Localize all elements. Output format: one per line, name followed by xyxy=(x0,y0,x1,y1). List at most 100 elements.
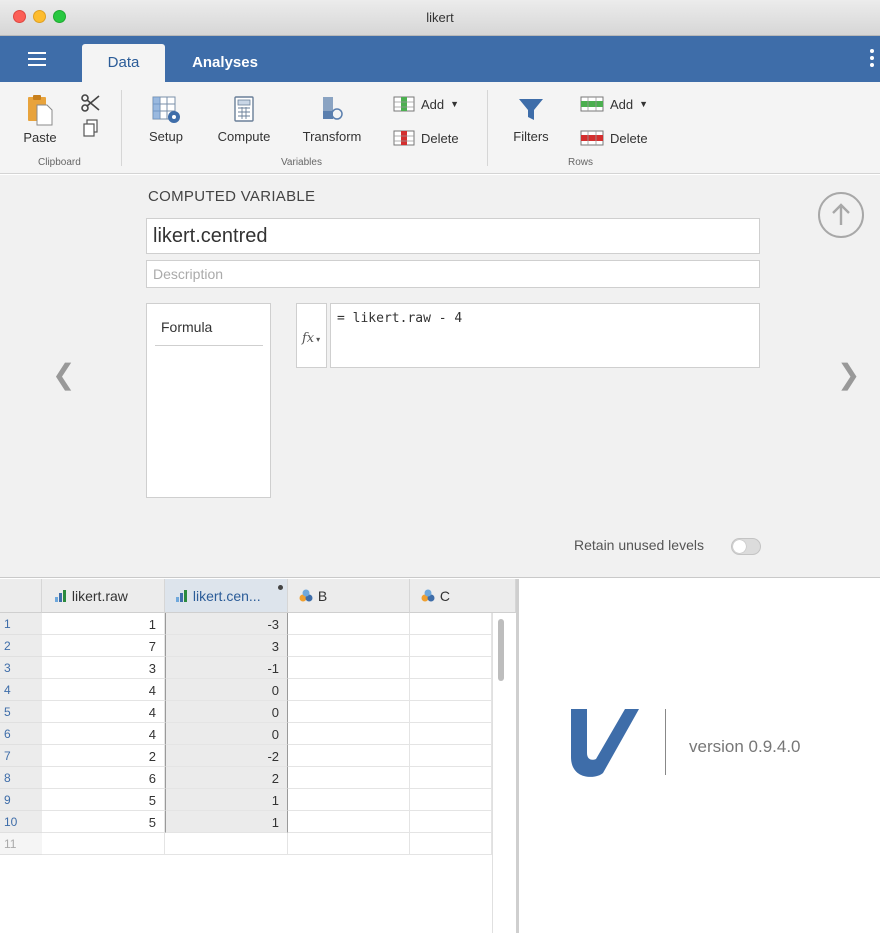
chevron-down-icon: ▼ xyxy=(450,99,460,109)
setup-button[interactable]: Setup xyxy=(143,94,189,144)
cell-c[interactable] xyxy=(410,767,492,789)
formula-input[interactable]: = likert.raw - 4 xyxy=(330,303,760,368)
row-number[interactable]: 7 xyxy=(0,745,42,767)
column-header-likert-raw[interactable]: likert.raw xyxy=(42,579,165,613)
filters-button[interactable]: Filters xyxy=(508,94,554,144)
cell-likert-centred[interactable]: -2 xyxy=(165,745,288,767)
description-input[interactable]: Description xyxy=(146,260,760,288)
cell-likert-centred[interactable]: 2 xyxy=(165,767,288,789)
window-title-bar: likert xyxy=(0,0,880,36)
formula-tab[interactable]: Formula xyxy=(155,319,263,346)
cell-b[interactable] xyxy=(288,767,410,789)
arrow-up-icon[interactable] xyxy=(818,192,864,238)
cell-likert-centred[interactable]: -3 xyxy=(165,613,288,635)
calculator-icon xyxy=(234,96,254,122)
cell-c[interactable] xyxy=(410,701,492,723)
cell-c[interactable] xyxy=(410,679,492,701)
paste-icon xyxy=(28,95,53,126)
cell-b[interactable] xyxy=(288,701,410,723)
variable-name-input[interactable]: likert.centred xyxy=(146,218,760,254)
paste-button[interactable]: Paste xyxy=(20,94,60,145)
row-number[interactable]: 6 xyxy=(0,723,42,745)
cell-b[interactable] xyxy=(288,679,410,701)
cell-c[interactable] xyxy=(410,811,492,833)
column-header-label: B xyxy=(317,588,328,604)
row-number[interactable]: 10 xyxy=(0,811,42,833)
menu-icon[interactable] xyxy=(28,52,46,66)
add-column-icon xyxy=(393,96,415,112)
cell-likert-centred[interactable]: 0 xyxy=(165,679,288,701)
transform-button[interactable]: Transform xyxy=(296,94,368,144)
row-number[interactable]: 4 xyxy=(0,679,42,701)
row-number[interactable]: 5 xyxy=(0,701,42,723)
retain-unused-levels-toggle[interactable] xyxy=(731,538,761,555)
delete-row-button[interactable]: Delete xyxy=(580,130,648,146)
cell-b[interactable] xyxy=(288,833,410,855)
cell-b[interactable] xyxy=(288,657,410,679)
chevron-left-icon[interactable]: ❮ xyxy=(52,358,75,391)
compute-button[interactable]: Compute xyxy=(212,94,276,144)
scrollbar-thumb[interactable] xyxy=(498,619,504,681)
vertical-scrollbar[interactable] xyxy=(492,613,516,933)
data-spreadsheet: likert.raw likert.cen... B C 1 1 -3 2 7 3 3 3 -1… xyxy=(0,579,516,933)
cell-c[interactable] xyxy=(410,833,492,855)
cell-c[interactable] xyxy=(410,657,492,679)
cut-icon[interactable] xyxy=(80,92,102,119)
cell-likert-raw[interactable]: 2 xyxy=(42,745,165,767)
cell-b[interactable] xyxy=(288,745,410,767)
cell-likert-centred[interactable] xyxy=(165,833,288,855)
row-number[interactable]: 1 xyxy=(0,613,42,635)
cell-c[interactable] xyxy=(410,723,492,745)
row-number[interactable]: 11 xyxy=(0,833,42,855)
cell-likert-raw[interactable] xyxy=(42,833,165,855)
tab-data[interactable]: Data xyxy=(82,44,165,82)
cell-c[interactable] xyxy=(410,745,492,767)
delete-variable-button[interactable]: Delete xyxy=(393,130,459,146)
column-header-b[interactable]: B xyxy=(288,579,410,613)
cell-likert-centred[interactable]: 1 xyxy=(165,811,288,833)
copy-icon[interactable] xyxy=(83,119,99,142)
cell-likert-raw[interactable]: 1 xyxy=(42,613,165,635)
more-options-icon[interactable] xyxy=(870,49,874,67)
cell-likert-centred[interactable]: 0 xyxy=(165,723,288,745)
cell-b[interactable] xyxy=(288,723,410,745)
cell-b[interactable] xyxy=(288,613,410,635)
row-number[interactable]: 9 xyxy=(0,789,42,811)
cell-likert-raw[interactable]: 5 xyxy=(42,811,165,833)
cell-likert-raw[interactable]: 6 xyxy=(42,767,165,789)
cell-likert-raw[interactable]: 4 xyxy=(42,723,165,745)
continuous-variable-icon xyxy=(54,589,68,605)
filters-label: Filters xyxy=(513,129,549,144)
cell-b[interactable] xyxy=(288,811,410,833)
results-panel: version 0.9.4.0 xyxy=(516,579,880,933)
rows-group-label: Rows xyxy=(568,157,594,168)
add-variable-button[interactable]: Add ▼ xyxy=(393,96,459,112)
cell-likert-centred[interactable]: 0 xyxy=(165,701,288,723)
row-number[interactable]: 8 xyxy=(0,767,42,789)
cell-likert-raw[interactable]: 4 xyxy=(42,679,165,701)
row-number[interactable]: 3 xyxy=(0,657,42,679)
chevron-right-icon[interactable]: ❯ xyxy=(837,358,860,391)
cell-likert-raw[interactable]: 5 xyxy=(42,789,165,811)
column-header-c[interactable]: C xyxy=(410,579,516,613)
cell-likert-centred[interactable]: 1 xyxy=(165,789,288,811)
column-header-likert-centred[interactable]: likert.cen... xyxy=(165,579,288,613)
function-icon[interactable]: fx ▾ xyxy=(296,303,327,368)
cell-likert-raw[interactable]: 3 xyxy=(42,657,165,679)
delete-row-icon xyxy=(580,130,604,146)
cell-likert-raw[interactable]: 7 xyxy=(42,635,165,657)
cell-likert-raw[interactable]: 4 xyxy=(42,701,165,723)
cell-b[interactable] xyxy=(288,635,410,657)
add-row-button[interactable]: Add ▼ xyxy=(580,96,648,112)
add-variable-label: Add xyxy=(421,96,445,112)
row-number[interactable]: 2 xyxy=(0,635,42,657)
version-text: version 0.9.4.0 xyxy=(689,737,801,756)
tab-analyses[interactable]: Analyses xyxy=(175,44,275,82)
cell-likert-centred[interactable]: -1 xyxy=(165,657,288,679)
cell-b[interactable] xyxy=(288,789,410,811)
cell-c[interactable] xyxy=(410,635,492,657)
cell-likert-centred[interactable]: 3 xyxy=(165,635,288,657)
nominal-variable-icon xyxy=(298,589,314,605)
cell-c[interactable] xyxy=(410,789,492,811)
cell-c[interactable] xyxy=(410,613,492,635)
